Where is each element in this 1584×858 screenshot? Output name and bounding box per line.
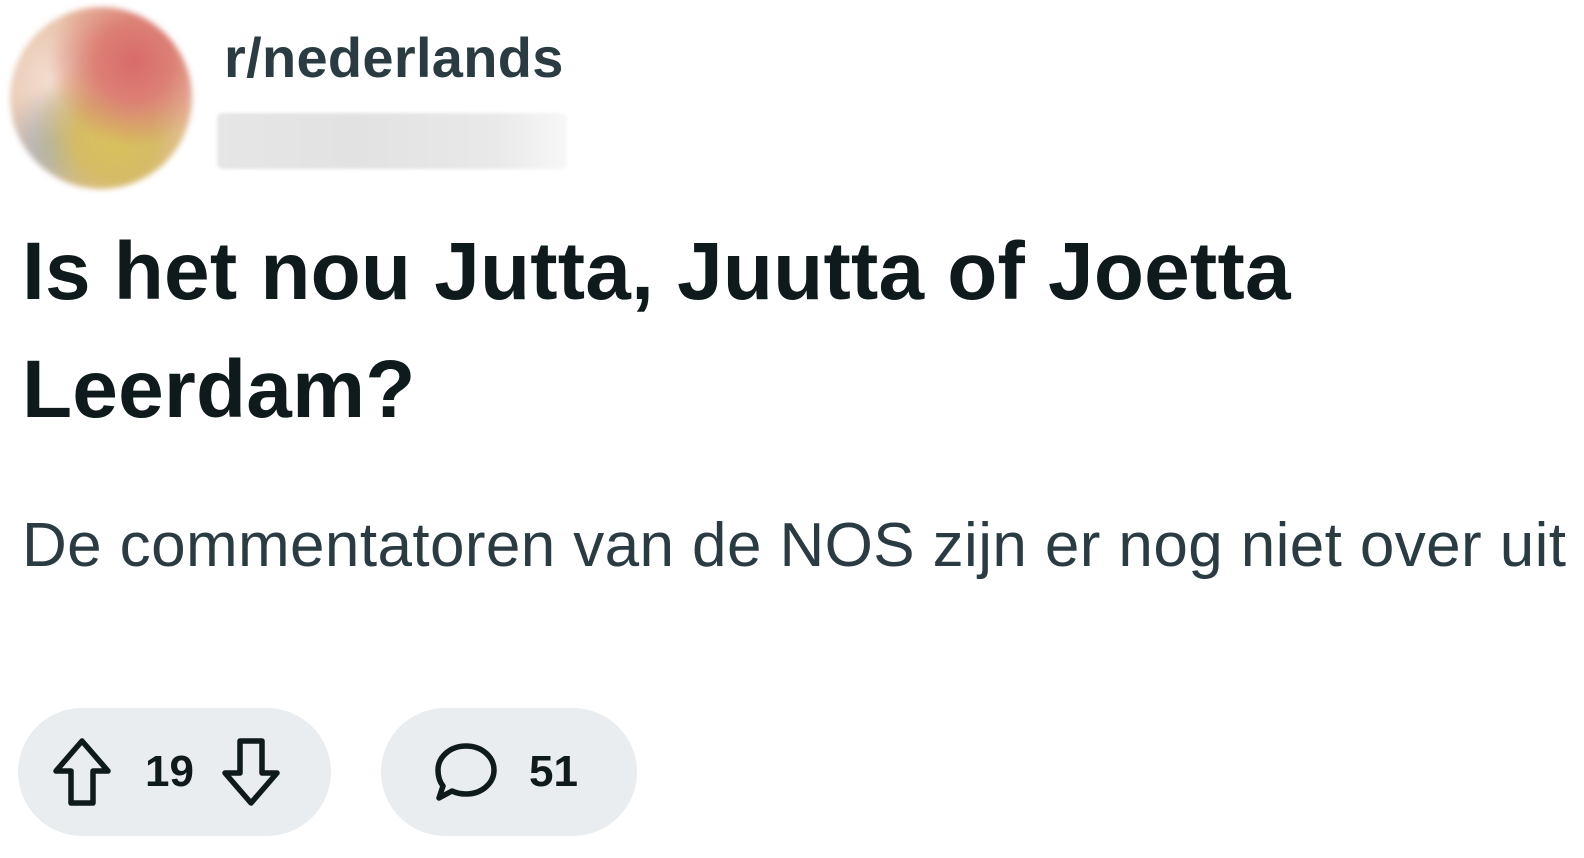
post-title[interactable]: Is het nou Jutta, Juutta of Joetta Leerd… xyxy=(22,213,1562,449)
post-card: r/nederlands Is het nou Jutta, Juutta of… xyxy=(0,0,1584,858)
subreddit-avatar[interactable] xyxy=(10,7,192,189)
subreddit-name[interactable]: r/nederlands xyxy=(224,26,564,90)
vote-count: 19 xyxy=(145,747,194,796)
speech-bubble-icon xyxy=(433,741,499,803)
post-body: De commentatoren van de NOS zijn er nog … xyxy=(22,511,1567,580)
comments-button[interactable]: 51 xyxy=(381,708,637,836)
redacted-post-meta xyxy=(217,113,567,169)
vote-control: 19 xyxy=(18,708,331,836)
comment-count: 51 xyxy=(529,747,578,796)
arrow-down-icon[interactable] xyxy=(220,736,282,808)
arrow-up-icon[interactable] xyxy=(51,736,113,808)
post-action-bar: 19 51 xyxy=(18,708,637,836)
